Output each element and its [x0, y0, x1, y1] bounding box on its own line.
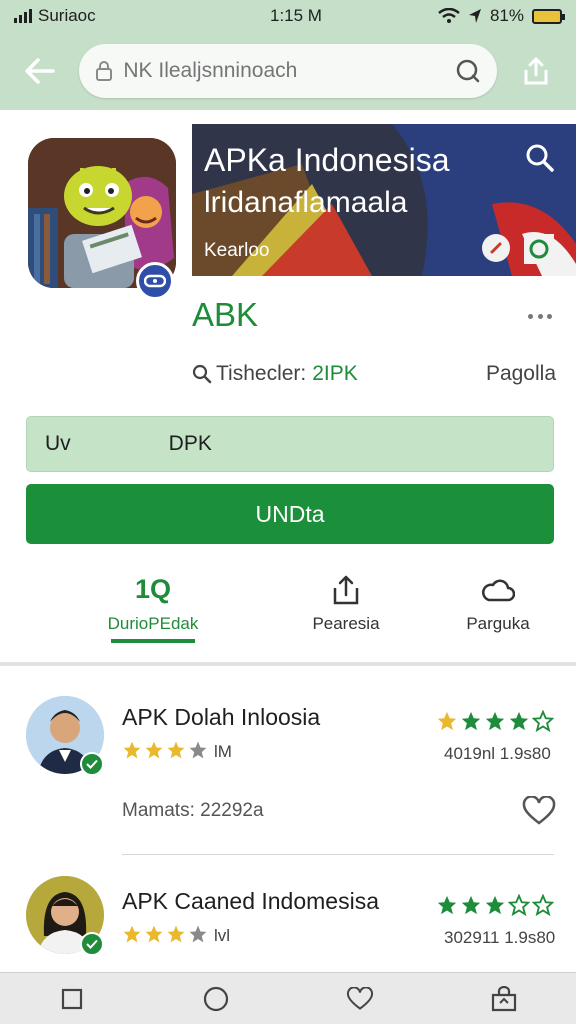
top-app-bar — [0, 32, 576, 110]
signal-icon — [14, 9, 32, 23]
battery-percent: 81% — [489, 6, 524, 25]
battery-icon — [532, 8, 565, 24]
camera-icon[interactable] — [524, 234, 554, 264]
app-header: APKa Indonesisa lridanaflamaala Kearloo … — [0, 110, 576, 400]
list-item-title: APK Dolah Inloosia — [122, 704, 321, 730]
verified-check-icon — [80, 752, 104, 776]
stats-text: 4019nl 1.9s80 — [444, 744, 551, 763]
verified-badge-icon — [136, 262, 174, 300]
install-button[interactable]: UNDta — [26, 484, 554, 544]
banner-caption: Kearloo — [204, 240, 270, 261]
active-tab-indicator — [111, 639, 195, 643]
status-right: 81% — [438, 6, 565, 26]
shopping-bag-icon — [491, 985, 517, 1011]
price-text: Mamats: 22292a — [122, 800, 264, 821]
star-rating — [122, 924, 208, 944]
bottom-navigation — [0, 972, 576, 1024]
feature-banner[interactable]: APKa Indonesisa lridanaflamaala Kearloo — [192, 124, 576, 276]
back-button[interactable] — [14, 45, 65, 97]
magnifier-icon — [192, 364, 212, 384]
arrow-left-icon — [24, 58, 55, 84]
stats-text: 302911 1.9s80 — [444, 928, 556, 947]
wifi-icon — [438, 8, 460, 23]
carrier-group: Suriaoc — [14, 6, 214, 26]
lock-icon — [96, 61, 113, 81]
carrier-name: Suriaoc — [38, 6, 96, 25]
tab-share-label: Pearesia — [312, 614, 380, 633]
banner-subtitle: lridanaflamaala — [204, 186, 408, 219]
category-label[interactable]: Pagolla — [486, 362, 556, 386]
secondary-right-label: DPK — [168, 432, 212, 455]
status-bar: Suriaoc 1:15 M 81% — [0, 0, 576, 32]
rating-count: lvl — [214, 926, 231, 945]
secondary-left-label: Uv — [45, 432, 71, 455]
tab-bar: 1Q DurioPEdak Pearesia Parguka — [0, 562, 576, 666]
tab-download[interactable]: 1Q DurioPEdak — [73, 574, 233, 634]
tab-download-label: DurioPEdak — [107, 614, 199, 633]
rating-count: lM — [214, 742, 232, 761]
heart-icon[interactable] — [522, 796, 556, 826]
square-icon — [61, 988, 83, 1009]
more-options-button[interactable] — [522, 304, 558, 328]
tab-cloud-label: Parguka — [466, 614, 530, 633]
score-stars — [436, 710, 554, 732]
cloud-icon — [482, 579, 515, 602]
tab-download-icon: 1Q — [134, 574, 172, 604]
upload-box-icon — [333, 575, 359, 605]
list-divider — [122, 854, 554, 855]
secondary-action-button[interactable]: Uv DPK — [26, 416, 554, 472]
status-time: 1:15 M — [269, 6, 322, 25]
favorites-button[interactable] — [340, 979, 380, 1019]
store-button[interactable] — [484, 979, 524, 1019]
star-rating — [122, 740, 208, 760]
search-bar[interactable] — [79, 44, 497, 98]
verified-check-icon — [80, 932, 104, 956]
recents-button[interactable] — [52, 979, 92, 1019]
score-stars — [436, 894, 554, 916]
app-title: ABK — [192, 296, 259, 333]
search-input[interactable] — [123, 59, 455, 83]
list-item-title: APK Caaned Indomesisa — [122, 888, 379, 914]
heart-icon — [346, 986, 374, 1010]
app-meta-row: Tishecler: 2IPK Pagolla — [192, 362, 556, 386]
search-icon[interactable] — [524, 142, 556, 174]
share-icon — [524, 57, 548, 85]
share-button[interactable] — [511, 45, 562, 97]
voice-search-icon[interactable] — [455, 58, 481, 84]
microphone-icon[interactable] — [482, 234, 510, 262]
banner-title: APKa Indonesisa — [204, 142, 450, 178]
tab-cloud[interactable]: Parguka — [418, 574, 576, 634]
developer-label: Tishecler: — [216, 362, 307, 385]
home-button[interactable] — [196, 979, 236, 1019]
circle-icon — [203, 986, 229, 1011]
developer-link[interactable]: 2IPK — [312, 362, 358, 386]
tab-share[interactable]: Pearesia — [266, 574, 426, 634]
location-icon — [468, 9, 481, 23]
